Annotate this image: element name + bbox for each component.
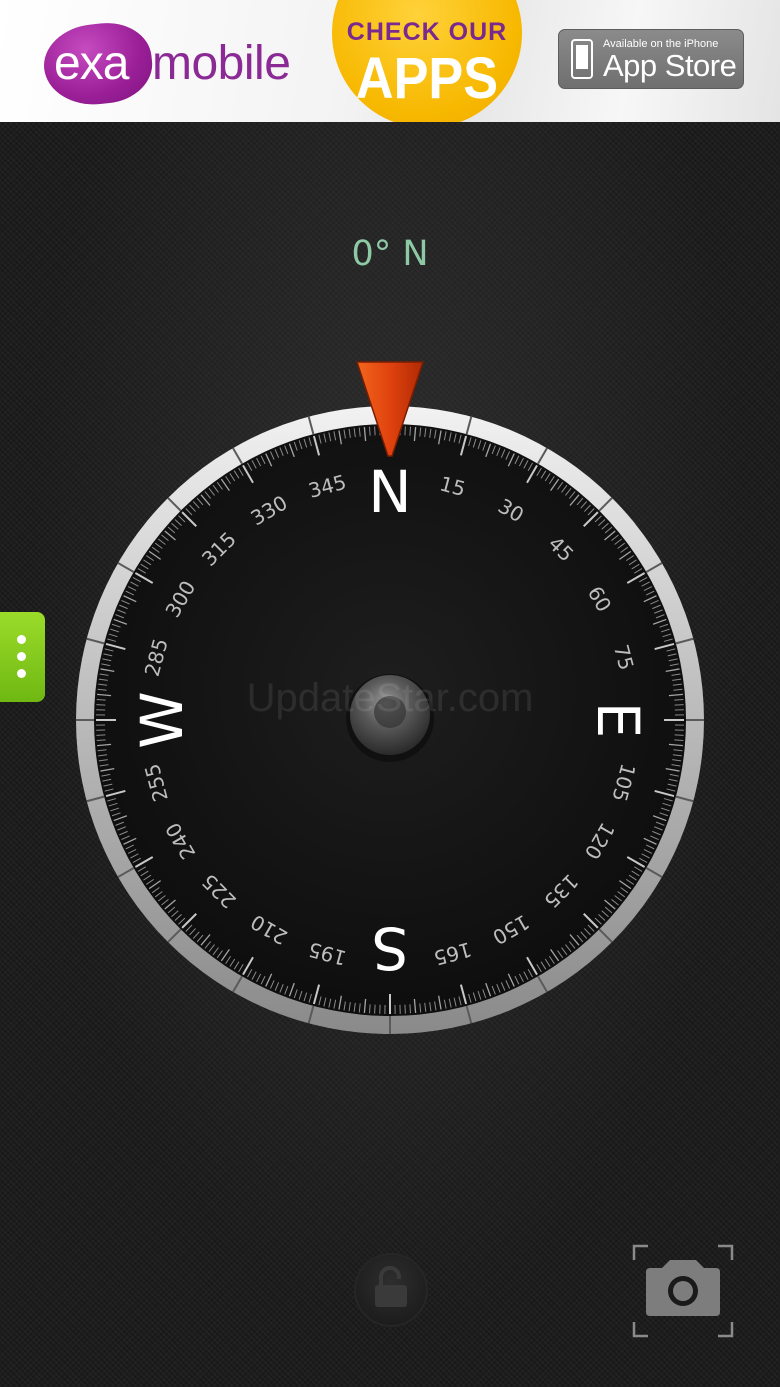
watermark-text: UpdateStar.com: [246, 676, 534, 720]
app-store-button[interactable]: Available on the iPhone App Store: [558, 29, 744, 89]
logo-mobile-text: mobile: [152, 37, 291, 90]
apps-text: APPS: [355, 46, 499, 111]
lock-button[interactable]: [354, 1253, 428, 1327]
logo-exa-text: exa: [54, 37, 129, 90]
camera-button[interactable]: [632, 1244, 734, 1338]
heading-readout: 0° N: [351, 234, 429, 274]
cardinal-s: S: [372, 914, 409, 982]
degree-tick: [368, 426, 371, 436]
iphone-icon: [571, 39, 593, 79]
unlock-icon: [375, 1266, 407, 1307]
cardinal-n: N: [368, 458, 411, 526]
exa-mobile-logo: exa mobile: [40, 18, 314, 110]
degree-tick: [368, 1004, 371, 1014]
side-menu-handle[interactable]: [0, 612, 45, 702]
degree-tick: [96, 739, 106, 742]
ad-banner[interactable]: exa mobile CHECK OUR APPS Available on t…: [0, 0, 780, 122]
check-our-text: CHECK OUR: [346, 18, 508, 46]
degree-tick: [409, 426, 412, 436]
degree-tick: [409, 1004, 412, 1014]
check-apps-badge[interactable]: CHECK OUR APPS: [332, 0, 522, 122]
degree-tick: [674, 739, 684, 742]
camera-icon: [632, 1244, 734, 1338]
app-store-text: App Store: [603, 48, 737, 83]
